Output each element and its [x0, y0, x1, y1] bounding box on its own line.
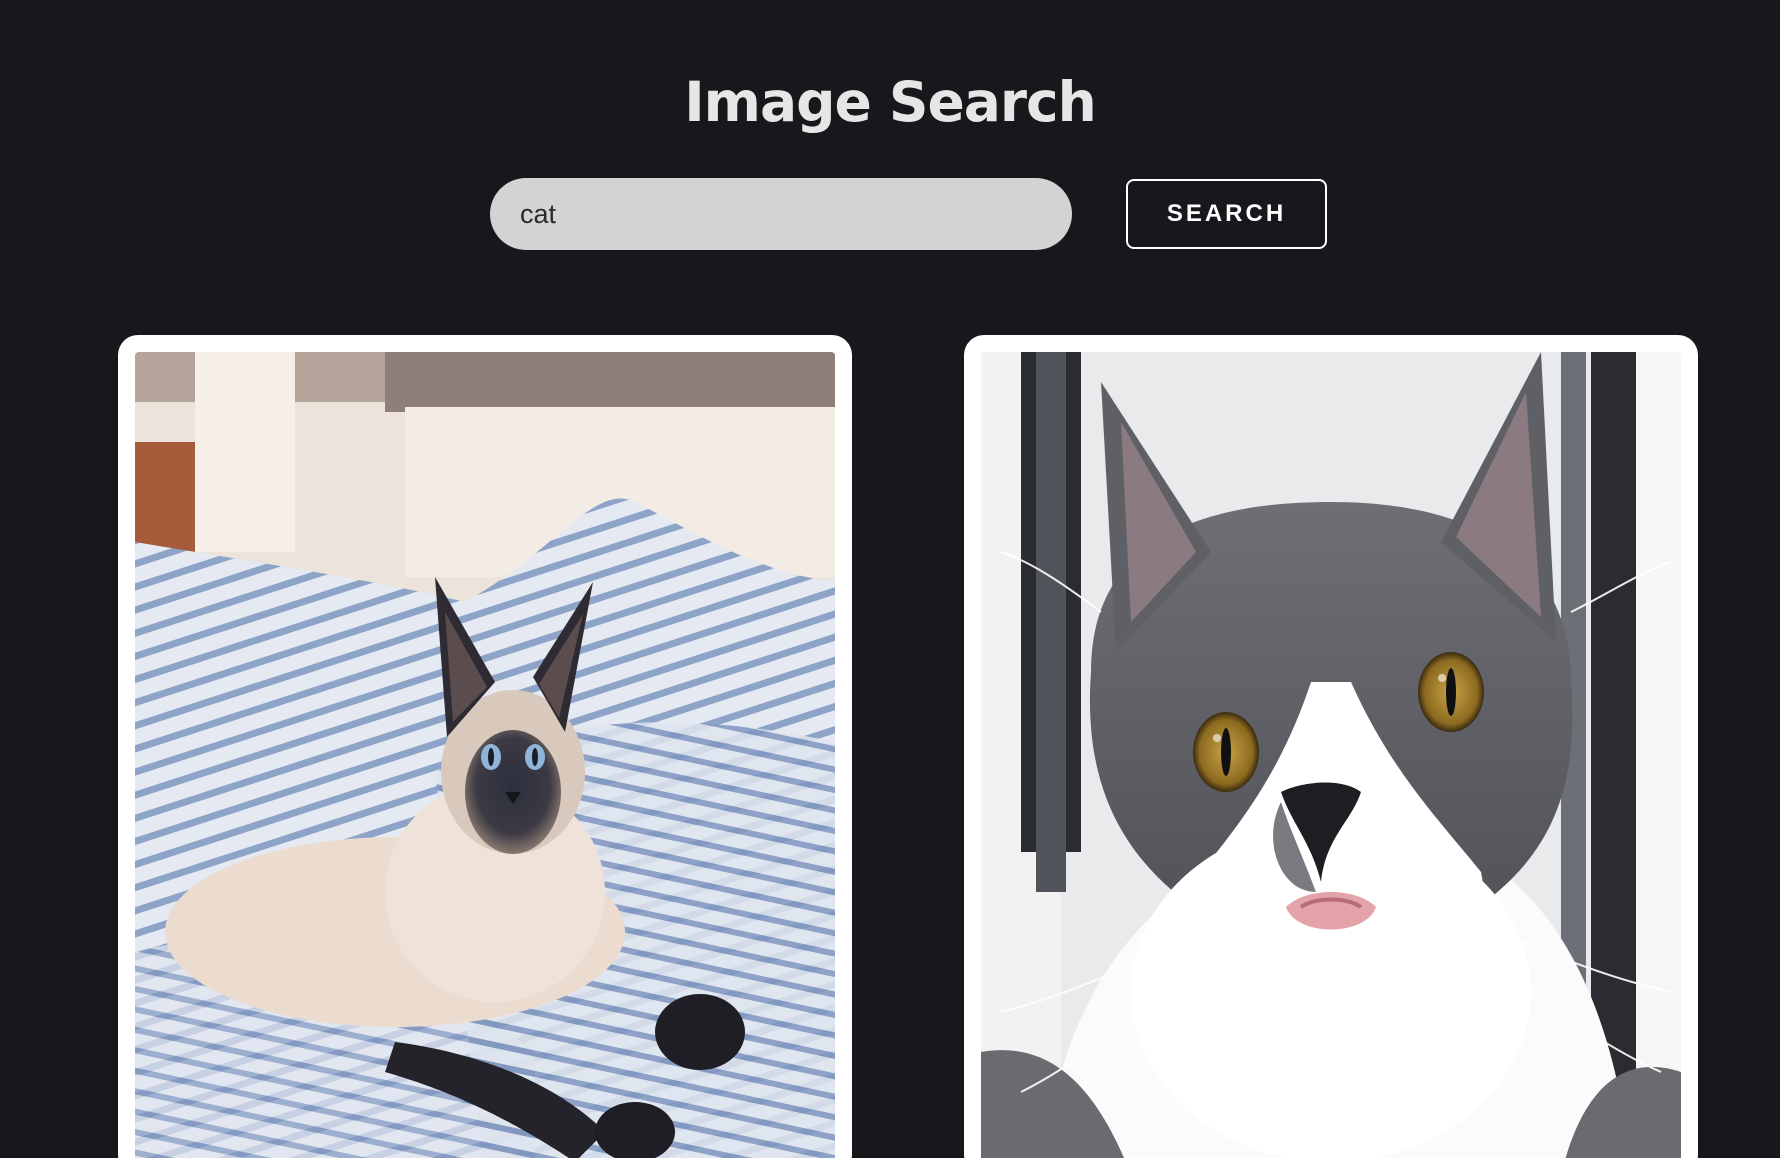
search-input[interactable] [490, 178, 1072, 250]
search-button[interactable]: SEARCH [1126, 179, 1327, 249]
gray-white-cat-photo [981, 352, 1681, 1158]
result-card[interactable] [964, 335, 1698, 1158]
result-image[interactable] [135, 352, 835, 1158]
siamese-cat-photo [135, 352, 835, 1158]
page-title: Image Search [684, 70, 1097, 134]
result-card[interactable] [118, 335, 852, 1158]
results-grid [0, 0, 1780, 1158]
result-image[interactable] [981, 352, 1681, 1158]
